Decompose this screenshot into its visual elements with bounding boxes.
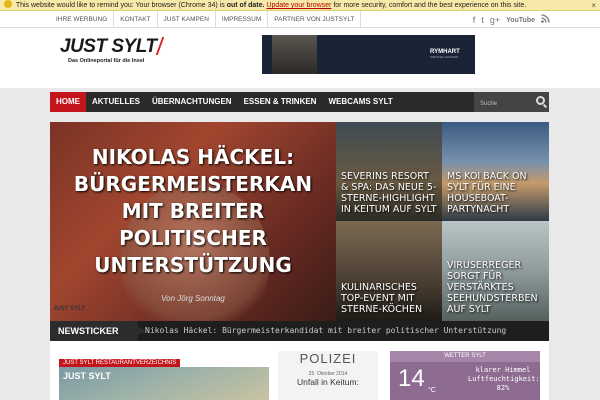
ad-model-image [272, 35, 317, 74]
rss-icon[interactable] [541, 14, 550, 26]
banner-ad[interactable]: RYMHART ORIGINAL FASHION [262, 35, 475, 74]
ad-brand-sub: ORIGINAL FASHION [430, 55, 459, 59]
nav-aktuelles[interactable]: AKTUELLES [86, 92, 146, 112]
top-link-werbung[interactable]: IHRE WERBUNG [50, 11, 115, 28]
notice-bold: out of date. [226, 2, 265, 9]
hero-line: NIKOLAS HÄCKEL: [91, 145, 295, 169]
restaurant-header[interactable]: JUST SYLT RESTAURANTVERZEICHNIS [59, 359, 181, 367]
nav-uebernachtungen[interactable]: ÜBERNACHTUNGEN [146, 92, 238, 112]
top-links: IHRE WERBUNG KONTAKT JUST KAMPEN IMPRESS… [50, 11, 362, 28]
hero-watermark: JUST SYLT [53, 306, 85, 312]
polizei-headline[interactable]: Unfall in Keitum: [278, 377, 378, 387]
restaurant-widget: JUST SYLT RESTAURANTVERZEICHNIS JUST SYL… [59, 351, 269, 400]
article-tile[interactable]: VIRUSERREGER SORGT FÜR VERSTÄRKTES SEEHU… [442, 221, 549, 321]
article-tile[interactable]: KULINARISCHES TOP-EVENT MIT STERNE-KÖCHE… [336, 221, 442, 321]
nav-essen-trinken[interactable]: ESSEN & TRINKEN [238, 92, 323, 112]
logo-tagline: Das Onlineportal für die Insel [68, 58, 145, 64]
weather-widget: WETTER SYLT 14 °C klarer Himmel Luftfeuc… [390, 351, 540, 400]
hero-line: UNTERSTÜTZUNG [94, 253, 292, 277]
browser-outdated-notice: This website would like to remind you: Y… [0, 0, 600, 11]
polizei-title: POLIZEI [299, 351, 357, 366]
polizei-widget: POLIZEI 25. Oktober 2014 Unfall in Keitu… [278, 351, 378, 400]
weather-header: WETTER SYLT [390, 351, 540, 362]
warning-icon [4, 0, 12, 8]
nav-webcams[interactable]: WEBCAMS SYLT [322, 92, 398, 112]
tile-caption: KULINARISCHES TOP-EVENT MIT STERNE-KÖCHE… [341, 282, 423, 315]
restaurant-map[interactable]: JUST SYLT [59, 367, 269, 400]
top-link-partner[interactable]: PARTNER VON JUSTSYLT [268, 11, 362, 28]
twitter-icon[interactable]: t [481, 15, 484, 26]
nav-home[interactable]: HOME [50, 92, 86, 112]
newsticker: NEWSTICKER Nikolas Häckel: Bürgermeister… [50, 321, 549, 341]
article-tile[interactable]: MS KOI BACK ON SYLT FÜR EINE HOUSEBOAT-P… [442, 122, 549, 221]
hero-article[interactable]: NIKOLAS HÄCKEL: BÜRGERMEISTERKAN MIT BRE… [50, 122, 336, 321]
bottom-widgets: JUST SYLT RESTAURANTVERZEICHNIS JUST SYL… [50, 341, 549, 400]
social-links: f t g+ YouTube [473, 14, 550, 26]
main-nav: HOME AKTUELLES ÜBERNACHTUNGEN ESSEN & TR… [50, 92, 549, 112]
top-bar: IHRE WERBUNG KONTAKT JUST KAMPEN IMPRESS… [0, 11, 600, 28]
tile-caption: SEVERINS RESORT & SPA: DAS NEUE 5-STERNE… [341, 171, 437, 215]
weather-unit: °C [428, 387, 436, 394]
logo-figure-icon [155, 37, 168, 55]
hero-headline[interactable]: NIKOLAS HÄCKEL: BÜRGERMEISTERKAN MIT BRE… [50, 144, 336, 279]
tile-caption: VIRUSERREGER SORGT FÜR VERSTÄRKTES SEEHU… [447, 260, 538, 315]
search-input[interactable]: Suche [474, 92, 549, 112]
newsticker-label: NEWSTICKER [50, 321, 146, 341]
weather-temp: 14 [398, 365, 425, 392]
weather-humidity: Luftfeuchtigkeit: 82% [468, 375, 540, 392]
ad-brand: RYMHART ORIGINAL FASHION [430, 49, 460, 59]
map-label: JUST SYLT [63, 371, 111, 381]
search-placeholder: Suche [480, 101, 498, 107]
top-link-justkampen[interactable]: JUST KAMPEN [158, 11, 216, 28]
notice-suffix: for more security, comfort and the best … [333, 2, 527, 9]
hero-line: BÜRGERMEISTERKAN [73, 172, 313, 196]
weather-desc: klarer Himmel Luftfeuchtigkeit: 82% [468, 366, 540, 393]
search-icon[interactable] [536, 96, 545, 105]
hero-line: POLITISCHER [119, 226, 267, 250]
youtube-icon[interactable]: YouTube [506, 15, 535, 26]
top-link-kontakt[interactable]: KONTAKT [114, 11, 158, 28]
hero-line: MIT BREITER [121, 199, 265, 223]
weather-condition: klarer Himmel [475, 366, 531, 374]
article-tile[interactable]: SEVERINS RESORT & SPA: DAS NEUE 5-STERNE… [336, 122, 442, 221]
update-browser-link[interactable]: Update your browser [266, 2, 331, 9]
googleplus-icon[interactable]: g+ [490, 15, 500, 26]
facebook-icon[interactable]: f [473, 15, 476, 26]
logo-wordmark: JUST SYLT [60, 36, 157, 57]
site-logo[interactable]: JUST SYLT Das Onlineportal für die Insel [60, 36, 168, 64]
newsticker-text[interactable]: Nikolas Häckel: Bürgermeisterkandidat mi… [145, 321, 506, 341]
hero-author: Von Jörg Sonntag [161, 294, 225, 303]
tile-caption: MS KOI BACK ON SYLT FÜR EINE HOUSEBOAT-P… [447, 171, 527, 215]
notice-prefix: This website would like to remind you: Y… [15, 2, 225, 9]
close-icon[interactable]: × [591, 0, 596, 10]
top-link-impressum[interactable]: IMPRESSUM [216, 11, 269, 28]
